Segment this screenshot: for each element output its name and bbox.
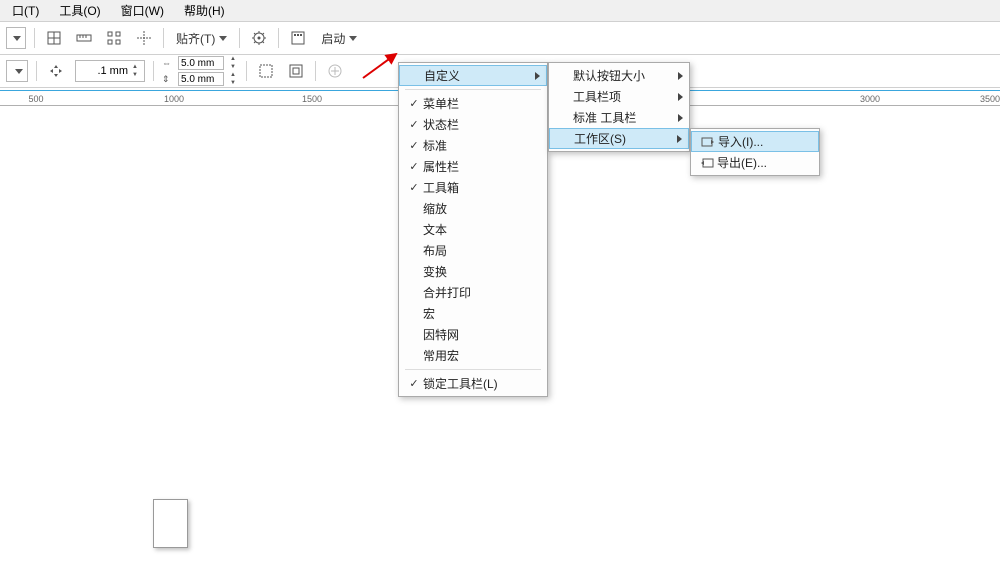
snap-label: 贴齐(T)	[176, 30, 215, 47]
nudge-input[interactable]: ▲ ▼	[75, 60, 145, 82]
treat-as-filled-icon[interactable]	[255, 60, 277, 82]
zoom-dropdown[interactable]	[6, 27, 26, 49]
separator	[278, 28, 279, 48]
menu-item-tools[interactable]: 工具(O)	[49, 0, 110, 21]
page-thumbnail	[153, 499, 188, 548]
check-icon: ✓	[405, 118, 423, 131]
bounding-box-icon[interactable]	[285, 60, 307, 82]
check-icon: ✓	[405, 181, 423, 194]
submenu-item-toolbaritem[interactable]: 工具栏项	[549, 86, 689, 107]
menu-item-statusbar[interactable]: ✓状态栏	[399, 114, 547, 135]
toolbar-context-menu: 自定义 ✓菜单栏 ✓状态栏 ✓标准 ✓属性栏 ✓工具箱 缩放 文本 布局 变换 …	[398, 62, 548, 397]
standard-toolbar: 贴齐(T) 启动	[0, 22, 1000, 55]
launch-label: 启动	[321, 30, 345, 47]
ruler-tick: 1000	[164, 94, 184, 104]
submenu-item-defaultbtnsize[interactable]: 默认按钮大小	[549, 65, 689, 86]
menu-item-internet[interactable]: 因特网	[399, 324, 547, 345]
chevron-down-icon	[15, 69, 23, 74]
submenu-item-stdtoolbar[interactable]: 标准 工具栏	[549, 107, 689, 128]
menu-item-text[interactable]: 文本	[399, 219, 547, 240]
menu-item-zoom[interactable]: 缩放	[399, 198, 547, 219]
nudge-spinner[interactable]: ▲ ▼	[130, 63, 140, 79]
show-grid-icon[interactable]	[103, 27, 125, 49]
menu-item-toolbox[interactable]: ✓工具箱	[399, 177, 547, 198]
submenu-item-export[interactable]: 导出(E)...	[691, 152, 819, 173]
chevron-down-icon	[13, 36, 21, 41]
nudge-icon	[45, 60, 67, 82]
submenu-arrow-icon	[535, 72, 540, 80]
nudge-value[interactable]	[80, 65, 128, 77]
show-guidelines-icon[interactable]	[133, 27, 155, 49]
spinner-down-icon[interactable]: ▼	[130, 71, 140, 79]
menu-item-commonmacro[interactable]: 常用宏	[399, 345, 547, 366]
app-launcher-icon[interactable]	[287, 27, 309, 49]
workspace-submenu: 导入(I)... 导出(E)...	[690, 128, 820, 176]
menu-label: 窗口(W)	[121, 4, 164, 18]
menu-item-transform[interactable]: 变换	[399, 261, 547, 282]
menu-item-locktoolbars[interactable]: ✓锁定工具栏(L)	[399, 373, 547, 394]
ruler-tick: 3500	[980, 94, 1000, 104]
menu-item-menubar[interactable]: ✓菜单栏	[399, 93, 547, 114]
separator	[34, 28, 35, 48]
dup-y-icon: ⇕	[162, 74, 176, 85]
menu-item-macro[interactable]: 宏	[399, 303, 547, 324]
check-icon: ✓	[405, 139, 423, 152]
spinner-up-icon[interactable]: ▲	[130, 63, 140, 71]
add-icon[interactable]	[324, 60, 346, 82]
menu-label: 工具(O)	[59, 4, 100, 18]
menu-separator	[405, 89, 541, 90]
dupy-spinner[interactable]: ▲▼	[228, 71, 238, 87]
snap-to-dropdown[interactable]: 贴齐(T)	[172, 28, 231, 49]
snap-grid-icon[interactable]	[43, 27, 65, 49]
menu-item-layout[interactable]: 布局	[399, 240, 547, 261]
duplicate-distance-group: ⇔ ▲▼ ⇕ ▲▼	[162, 56, 238, 86]
import-icon	[698, 135, 718, 149]
menu-item-printmerge[interactable]: 合并打印	[399, 282, 547, 303]
show-rulers-icon[interactable]	[73, 27, 95, 49]
check-icon: ✓	[405, 97, 423, 110]
menu-label: 帮助(H)	[184, 4, 225, 18]
menu-label: 口(T)	[12, 4, 39, 18]
separator	[239, 28, 240, 48]
submenu-item-import[interactable]: 导入(I)...	[691, 131, 819, 152]
menu-label: 自定义	[424, 67, 528, 84]
units-dropdown[interactable]	[6, 60, 28, 82]
separator	[36, 61, 37, 81]
ruler-tick: 500	[28, 94, 43, 104]
submenu-arrow-icon	[678, 72, 683, 80]
options-icon[interactable]	[248, 27, 270, 49]
export-icon	[697, 156, 717, 170]
dup-x-input[interactable]	[178, 56, 224, 70]
dup-y-input[interactable]	[178, 72, 224, 86]
separator	[246, 61, 247, 81]
launch-dropdown[interactable]: 启动	[317, 28, 361, 49]
menu-item-standard[interactable]: ✓标准	[399, 135, 547, 156]
menu-item-window[interactable]: 窗口(W)	[111, 0, 174, 21]
customize-submenu: 默认按钮大小 工具栏项 标准 工具栏 工作区(S)	[548, 62, 690, 152]
menu-item-0[interactable]: 口(T)	[2, 0, 49, 21]
submenu-item-workspace[interactable]: 工作区(S)	[549, 128, 689, 149]
submenu-arrow-icon	[678, 114, 683, 122]
menu-item-customize[interactable]: 自定义	[399, 65, 547, 86]
ruler-tick: 1500	[302, 94, 322, 104]
chevron-down-icon	[219, 36, 227, 41]
submenu-arrow-icon	[678, 93, 683, 101]
check-icon: ✓	[405, 377, 423, 390]
submenu-arrow-icon	[677, 135, 682, 143]
check-icon: ✓	[405, 160, 423, 173]
ruler-tick: 3000	[860, 94, 880, 104]
menu-item-help[interactable]: 帮助(H)	[174, 0, 235, 21]
menubar: 口(T) 工具(O) 窗口(W) 帮助(H)	[0, 0, 1000, 22]
dupx-spinner[interactable]: ▲▼	[228, 55, 238, 71]
separator	[163, 28, 164, 48]
separator	[315, 61, 316, 81]
dup-x-icon: ⇔	[162, 58, 176, 68]
separator	[153, 61, 154, 81]
chevron-down-icon	[349, 36, 357, 41]
menu-separator	[405, 369, 541, 370]
menu-item-propertybar[interactable]: ✓属性栏	[399, 156, 547, 177]
